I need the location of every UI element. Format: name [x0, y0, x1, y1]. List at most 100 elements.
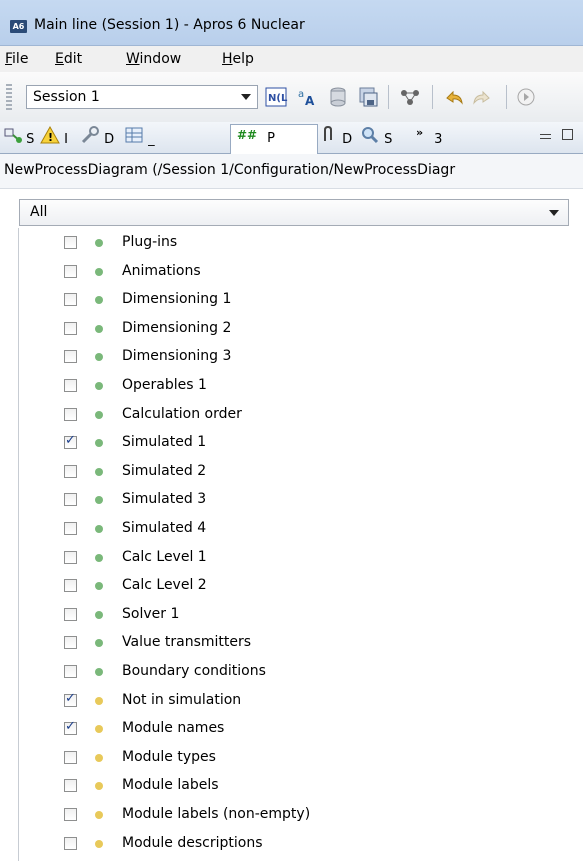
layer-status-dot-icon	[95, 496, 103, 505]
layer-checkbox[interactable]	[64, 750, 77, 764]
layer-checkbox[interactable]	[64, 691, 77, 707]
minimize-view-icon[interactable]	[540, 134, 551, 139]
menu-edit-label: dit	[63, 51, 83, 67]
layer-row[interactable]: Plug-ins	[0, 229, 583, 258]
layer-label: Dimensioning 1	[122, 291, 232, 308]
tab-layers[interactable]: ## P	[230, 124, 318, 154]
layer-status-dot-icon	[95, 696, 103, 705]
layer-label: Module labels (non-empty)	[122, 806, 311, 822]
menu-help[interactable]: Help	[222, 51, 254, 67]
save-as-icon[interactable]	[356, 85, 380, 109]
toolbar-separator	[432, 85, 433, 109]
session-combo[interactable]: Session 1	[26, 85, 258, 109]
layer-checkbox[interactable]	[64, 607, 77, 621]
layer-row[interactable]: Dimensioning 2	[0, 315, 583, 344]
layer-row[interactable]: Animations	[0, 258, 583, 287]
layer-row[interactable]: Not in simulation	[0, 687, 583, 716]
layer-label: Calculation order	[122, 405, 242, 422]
layer-checkbox[interactable]	[64, 350, 77, 364]
tab-label: _	[148, 132, 155, 147]
layer-row[interactable]: Calc Level 2	[0, 572, 583, 601]
layer-checkbox[interactable]	[64, 379, 77, 392]
layer-checkbox[interactable]	[64, 433, 77, 450]
toolbar-separator	[388, 85, 389, 109]
layer-checkbox[interactable]	[64, 550, 77, 564]
warning-icon: !	[40, 125, 60, 153]
layer-row[interactable]: Module labels	[0, 772, 583, 801]
tab-issues[interactable]: ! I	[40, 125, 68, 153]
layer-checkbox[interactable]	[64, 464, 77, 478]
run-icon[interactable]	[514, 85, 538, 109]
layer-row[interactable]: Module types	[0, 744, 583, 773]
translate-icon[interactable]: aA	[296, 85, 320, 109]
layer-label: Simulated 1	[122, 434, 207, 451]
layer-row[interactable]: Dimensioning 3	[0, 343, 583, 372]
layer-row[interactable]: Calculation order	[0, 401, 583, 430]
tab-debug[interactable]: D	[80, 126, 114, 150]
layer-checkbox[interactable]	[64, 719, 77, 736]
n-lock-icon[interactable]: N(L)	[264, 85, 292, 109]
layer-status-dot-icon	[95, 239, 103, 247]
layer-row[interactable]: Module names	[0, 715, 583, 744]
layer-checkbox[interactable]	[64, 293, 77, 307]
model-browser-icon	[4, 126, 22, 153]
search-icon	[360, 126, 380, 153]
database-icon[interactable]	[326, 85, 350, 109]
menu-file[interactable]: File	[5, 51, 28, 67]
layer-checkbox[interactable]	[64, 779, 77, 793]
layer-checkbox[interactable]	[64, 321, 77, 335]
maximize-view-icon[interactable]	[562, 129, 573, 140]
layer-checkbox[interactable]	[64, 636, 77, 650]
menu-file-label: ile	[12, 51, 29, 67]
tab-table[interactable]: _	[124, 126, 155, 150]
layer-checkbox[interactable]	[64, 808, 77, 821]
tab-documents[interactable]: D	[318, 125, 352, 150]
layer-row[interactable]: Simulated 4	[0, 515, 583, 544]
menu-edit-mnemonic: E	[55, 51, 64, 67]
layer-checkbox[interactable]	[64, 264, 77, 278]
layer-checkbox[interactable]	[64, 836, 77, 850]
layer-row[interactable]: Value transmitters	[0, 629, 583, 658]
layer-status-dot-icon	[95, 353, 103, 362]
layer-checkbox[interactable]	[64, 665, 77, 678]
layer-row[interactable]: Simulated 1	[0, 429, 583, 458]
hash-icon: ##	[237, 125, 263, 152]
layer-label: Module names	[122, 720, 225, 737]
tab-model-browser[interactable]: S	[4, 126, 34, 150]
undo-icon[interactable]	[442, 85, 466, 109]
layer-filter-combo[interactable]: All	[19, 199, 569, 226]
layer-label: Simulated 4	[122, 520, 207, 536]
layer-row[interactable]: Module descriptions	[0, 830, 583, 859]
layer-checkbox[interactable]	[64, 493, 77, 507]
layer-status-dot-icon	[95, 439, 103, 448]
menu-help-label: elp	[232, 51, 254, 67]
toolbar-grip[interactable]	[6, 84, 12, 110]
layer-row[interactable]: Operables 1	[0, 372, 583, 401]
layer-checkbox[interactable]	[64, 522, 77, 535]
layer-row[interactable]: Boundary conditions	[0, 658, 583, 687]
layer-row[interactable]: Calc Level 1	[0, 544, 583, 573]
layer-checkbox[interactable]	[64, 407, 77, 421]
svg-text:a: a	[298, 89, 304, 100]
tab-overflow[interactable]: » 3	[416, 126, 442, 150]
tab-label: P	[267, 131, 275, 146]
network-icon[interactable]	[398, 85, 422, 109]
chevron-down-icon	[241, 94, 251, 100]
svg-text:»: »	[416, 126, 423, 139]
menu-edit[interactable]: Edit	[55, 51, 82, 67]
layer-row[interactable]: Dimensioning 1	[0, 286, 583, 315]
layer-row[interactable]: Simulated 2	[0, 458, 583, 487]
layer-row[interactable]: Module labels (non-empty)	[0, 801, 583, 830]
layer-label: Solver 1	[122, 605, 180, 622]
layer-checkbox[interactable]	[64, 236, 77, 249]
layer-status-dot-icon	[95, 553, 103, 562]
redo-icon[interactable]	[470, 85, 494, 109]
layer-label: Animations	[122, 262, 201, 279]
window-title: Main line (Session 1) - Apros 6 Nuclear	[34, 17, 305, 33]
layer-row[interactable]: Simulated 3	[0, 486, 583, 515]
layer-checkbox[interactable]	[64, 579, 77, 593]
menu-window[interactable]: Window	[126, 51, 181, 67]
layer-row[interactable]: Solver 1	[0, 601, 583, 630]
tab-search[interactable]: S	[360, 126, 392, 150]
svg-text:!: !	[48, 131, 53, 144]
